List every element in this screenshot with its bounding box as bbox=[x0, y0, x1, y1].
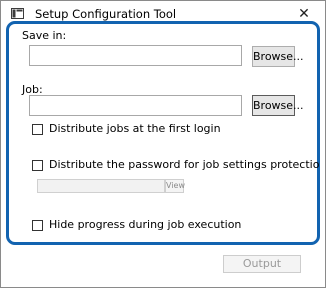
distribute-password-label: Distribute the password for job settings… bbox=[49, 158, 320, 171]
window-app-icon bbox=[11, 8, 24, 19]
save-in-browse-button[interactable]: Browse... bbox=[252, 46, 304, 67]
password-field[interactable] bbox=[37, 179, 165, 193]
hide-progress-label: Hide progress during job execution bbox=[49, 218, 242, 231]
distribute-password-checkbox[interactable] bbox=[32, 160, 43, 171]
window-title: Setup Configuration Tool bbox=[35, 7, 177, 21]
distribute-jobs-checkbox[interactable] bbox=[32, 124, 43, 135]
save-in-label: Save in: bbox=[22, 29, 67, 42]
output-button[interactable]: Output bbox=[223, 255, 301, 273]
hide-progress-checkbox[interactable] bbox=[32, 220, 43, 231]
job-browse-button[interactable]: Browse... bbox=[252, 95, 304, 116]
distribute-jobs-label: Distribute jobs at the first login bbox=[49, 122, 221, 135]
save-in-field[interactable] bbox=[29, 45, 242, 66]
dialog-window: Setup Configuration Tool ✕ Save in: Brow… bbox=[0, 0, 326, 288]
job-field[interactable] bbox=[29, 95, 242, 116]
view-password-button[interactable]: View bbox=[165, 179, 185, 193]
settings-panel: Save in: Browse... Job: Browse... Distri… bbox=[6, 21, 320, 245]
